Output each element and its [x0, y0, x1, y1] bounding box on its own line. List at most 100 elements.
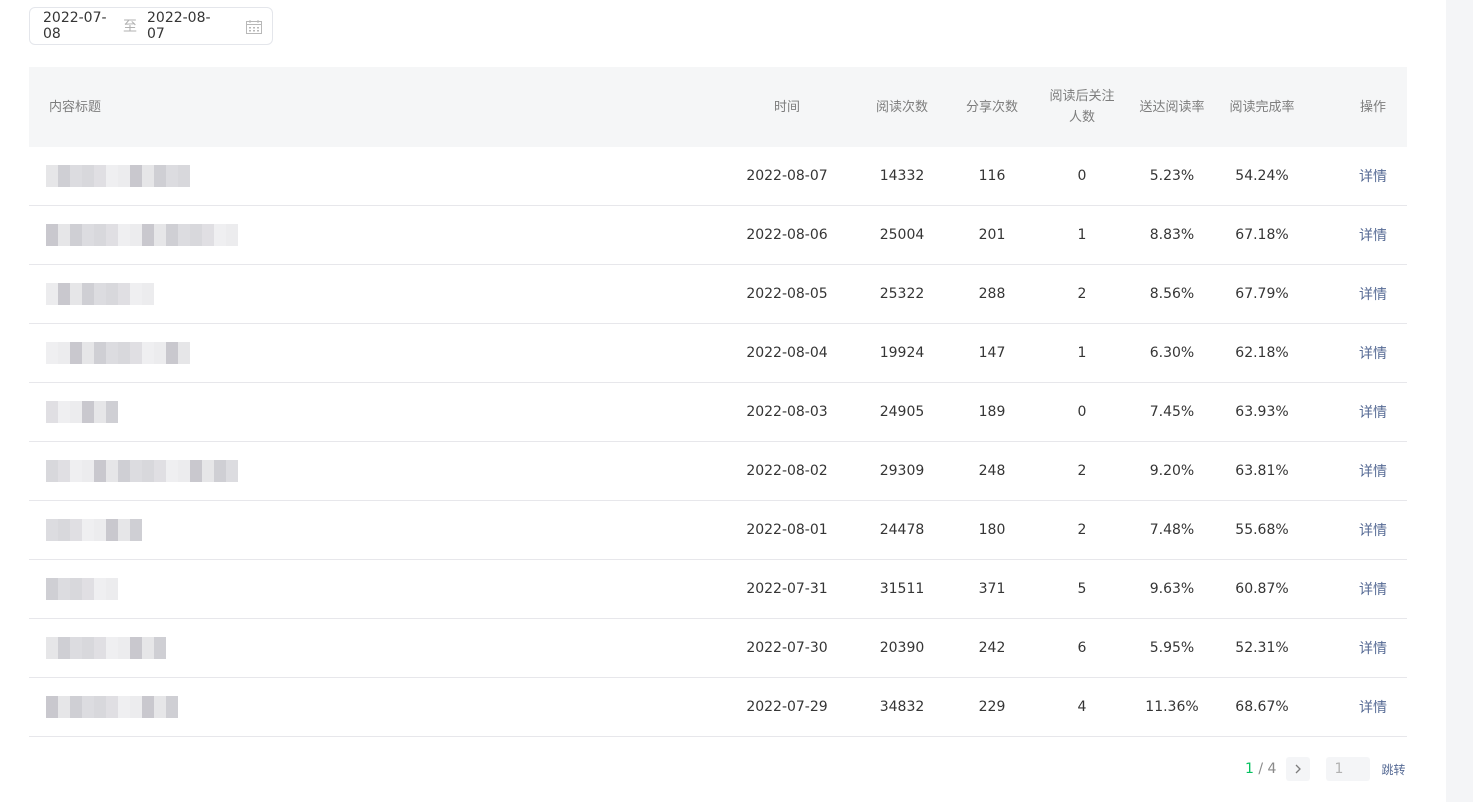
cell-time: 2022-07-31 — [746, 581, 828, 597]
header-follows-line1: 阅读后关注 — [1049, 89, 1115, 104]
header-title: 内容标题 — [49, 99, 102, 115]
cell-reads: 25322 — [879, 286, 925, 302]
redacted-title — [46, 460, 238, 482]
cell-title[interactable] — [29, 442, 669, 500]
cell-shares: 147 — [978, 345, 1006, 361]
table-body: 2022-08-07 14332 116 0 5.23% 54.24% 详情 2022-08-… — [29, 147, 1407, 737]
detail-link[interactable]: 详情 — [1359, 402, 1387, 422]
detail-link[interactable]: 详情 — [1359, 697, 1387, 717]
cell-reach-rate: 6.30% — [1149, 345, 1195, 361]
end-date[interactable]: 2022-08-07 — [147, 10, 227, 42]
cell-title[interactable] — [29, 501, 669, 559]
header-shares: 分享次数 — [965, 99, 1018, 115]
cell-title[interactable] — [29, 678, 669, 736]
table-row: 2022-08-06 25004 201 1 8.83% 67.18% 详情 — [29, 206, 1407, 265]
cell-shares: 201 — [978, 227, 1006, 243]
cell-title[interactable] — [29, 147, 669, 205]
cell-shares: 189 — [978, 404, 1006, 420]
cell-follows: 2 — [1077, 286, 1087, 302]
cell-follows: 5 — [1077, 581, 1087, 597]
header-reach-rate: 送达阅读率 — [1139, 99, 1205, 115]
cell-finish-rate: 52.31% — [1235, 640, 1289, 656]
table-header: 内容标题 时间 阅读次数 分享次数 阅读后关注 人数 送达阅读率 阅读完成率 操… — [29, 67, 1407, 147]
cell-finish-rate: 60.87% — [1235, 581, 1289, 597]
cell-time: 2022-08-03 — [746, 404, 828, 420]
cell-title[interactable] — [29, 383, 669, 441]
detail-link[interactable]: 详情 — [1359, 520, 1387, 540]
pagination: 1 / 4 跳转 — [1245, 757, 1405, 781]
date-separator: 至 — [123, 19, 137, 35]
cell-reads: 24478 — [879, 522, 925, 538]
cell-action: 详情 — [1333, 442, 1413, 500]
date-range-picker[interactable]: 2022-07-08 至 2022-08-07 — [29, 7, 273, 45]
cell-action: 详情 — [1333, 501, 1413, 559]
table-row: 2022-08-01 24478 180 2 7.48% 55.68% 详情 — [29, 501, 1407, 560]
cell-title[interactable] — [29, 206, 669, 264]
cell-reach-rate: 7.48% — [1149, 522, 1195, 538]
detail-link[interactable]: 详情 — [1359, 579, 1387, 599]
cell-title[interactable] — [29, 560, 669, 618]
cell-reach-rate: 8.56% — [1149, 286, 1195, 302]
current-page: 1 — [1245, 761, 1254, 777]
cell-time: 2022-07-29 — [746, 699, 828, 715]
header-follows-line2: 人数 — [1068, 110, 1095, 125]
cell-follows: 0 — [1077, 168, 1087, 184]
cell-time: 2022-07-30 — [746, 640, 828, 656]
scrollbar-track[interactable] — [1446, 0, 1473, 802]
cell-time: 2022-08-04 — [746, 345, 828, 361]
cell-follows: 2 — [1077, 463, 1087, 479]
header-action: 操作 — [1359, 99, 1386, 115]
cell-reach-rate: 9.63% — [1149, 581, 1195, 597]
cell-finish-rate: 68.67% — [1235, 699, 1289, 715]
jump-page-input[interactable] — [1326, 757, 1371, 781]
cell-title[interactable] — [29, 265, 669, 323]
detail-link[interactable]: 详情 — [1359, 225, 1387, 245]
cell-reads: 19924 — [879, 345, 925, 361]
cell-title[interactable] — [29, 619, 669, 677]
cell-reads: 14332 — [879, 168, 925, 184]
start-date[interactable]: 2022-07-08 — [43, 10, 123, 42]
cell-reads: 24905 — [879, 404, 925, 420]
next-page-button[interactable] — [1286, 757, 1311, 781]
cell-finish-rate: 63.93% — [1235, 404, 1289, 420]
jump-button[interactable]: 跳转 — [1381, 761, 1405, 778]
cell-shares: 288 — [978, 286, 1006, 302]
header-reads: 阅读次数 — [875, 99, 928, 115]
detail-link[interactable]: 详情 — [1359, 284, 1387, 304]
redacted-title — [46, 519, 142, 541]
cell-finish-rate: 54.24% — [1235, 168, 1289, 184]
header-follows: 阅读后关注 人数 — [1037, 67, 1127, 147]
cell-shares: 180 — [978, 522, 1006, 538]
detail-link[interactable]: 详情 — [1359, 638, 1387, 658]
table-row: 2022-08-04 19924 147 1 6.30% 62.18% 详情 — [29, 324, 1407, 383]
cell-reach-rate: 11.36% — [1145, 699, 1199, 715]
cell-time: 2022-08-07 — [746, 168, 828, 184]
cell-action: 详情 — [1333, 678, 1413, 736]
cell-reads: 31511 — [879, 581, 925, 597]
cell-title[interactable] — [29, 324, 669, 382]
cell-follows: 1 — [1077, 345, 1087, 361]
cell-action: 详情 — [1333, 383, 1413, 441]
cell-follows: 6 — [1077, 640, 1087, 656]
cell-reads: 29309 — [879, 463, 925, 479]
header-finish-rate: 阅读完成率 — [1229, 99, 1295, 115]
detail-link[interactable]: 详情 — [1359, 166, 1387, 186]
table-row: 2022-07-30 20390 242 6 5.95% 52.31% 详情 — [29, 619, 1407, 678]
redacted-title — [46, 696, 178, 718]
cell-shares: 229 — [978, 699, 1006, 715]
cell-time: 2022-08-02 — [746, 463, 828, 479]
cell-finish-rate: 63.81% — [1235, 463, 1289, 479]
redacted-title — [46, 165, 190, 187]
detail-link[interactable]: 详情 — [1359, 461, 1387, 481]
cell-shares: 116 — [978, 168, 1006, 184]
page-divider: / — [1253, 761, 1268, 777]
cell-action: 详情 — [1333, 324, 1413, 382]
calendar-icon[interactable] — [246, 20, 262, 34]
table-row: 2022-08-05 25322 288 2 8.56% 67.79% 详情 — [29, 265, 1407, 324]
chevron-right-icon — [1296, 764, 1302, 774]
total-pages: 4 — [1267, 761, 1277, 777]
detail-link[interactable]: 详情 — [1359, 343, 1387, 363]
cell-finish-rate: 62.18% — [1235, 345, 1289, 361]
redacted-title — [46, 224, 238, 246]
redacted-title — [46, 401, 118, 423]
